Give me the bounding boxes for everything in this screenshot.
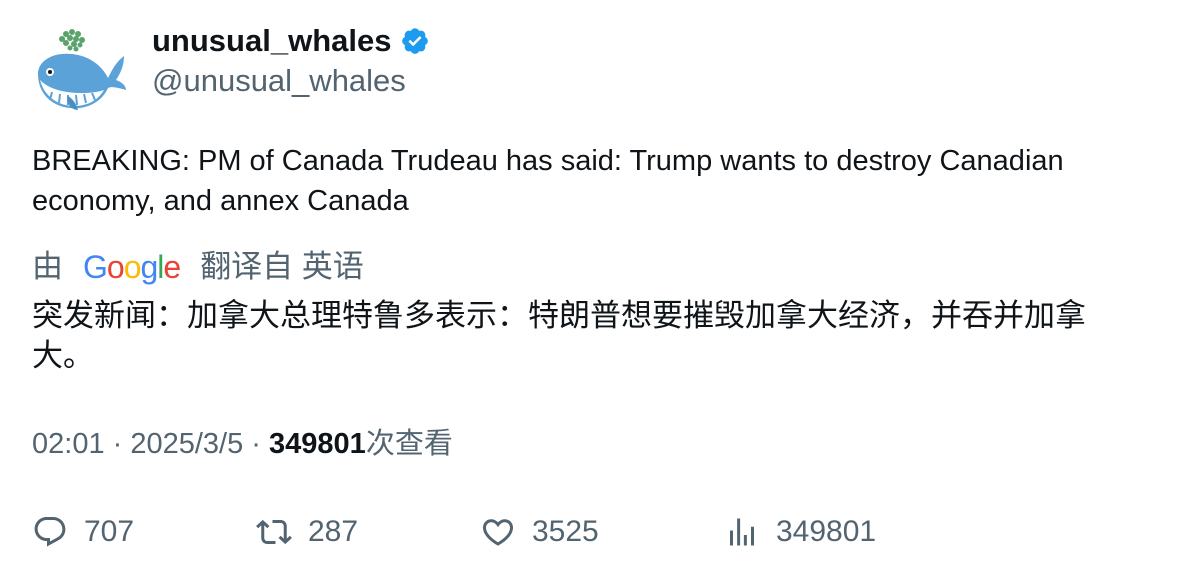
tweet-card: unusual_whales @unusual_whales BREAKING:… xyxy=(0,0,1196,578)
analytics-icon xyxy=(730,518,754,546)
like-button[interactable]: 3525 xyxy=(480,510,599,554)
translation-by-label: 由 xyxy=(32,249,63,284)
tweet-date[interactable]: 2025/3/5 xyxy=(130,428,243,460)
translation-from-label: 翻译自 英语 xyxy=(200,249,364,284)
translation-attribution[interactable]: 由 Google 翻译自 英语 xyxy=(32,246,364,288)
heart-icon xyxy=(482,519,514,546)
tweet-text: BREAKING: PM of Canada Trudeau has said:… xyxy=(32,145,1064,217)
whale-icon xyxy=(38,29,126,110)
like-count: 3525 xyxy=(532,515,599,548)
views-count: 349801 xyxy=(269,428,366,460)
retweet-icon xyxy=(256,519,292,545)
translated-text: 突发新闻：加拿大总理特鲁多表示：特朗普想要摧毁加拿大经济，并吞并加拿大。 xyxy=(32,298,1086,373)
action-bar: 707 287 3525 349801 xyxy=(0,510,1196,554)
retweet-count: 287 xyxy=(308,515,359,548)
author-handle[interactable]: @unusual_whales xyxy=(152,62,406,100)
views-button[interactable]: 349801 xyxy=(724,510,876,554)
display-name-text: unusual_whales xyxy=(152,23,392,58)
tweet-meta: 02:01 · 2025/3/5 · 349801次查看 xyxy=(32,424,453,464)
avatar[interactable] xyxy=(32,26,128,112)
retweet-button[interactable]: 287 xyxy=(256,510,358,554)
reply-button[interactable]: 707 xyxy=(32,510,134,554)
tweet-time[interactable]: 02:01 xyxy=(32,428,105,460)
reply-icon xyxy=(34,517,66,547)
views-label: 次查看 xyxy=(365,428,453,460)
views-action-count: 349801 xyxy=(776,515,877,548)
meta-separator: · xyxy=(104,428,131,460)
google-logo: Google xyxy=(83,249,181,285)
author-display-name[interactable]: unusual_whales xyxy=(152,22,430,60)
verified-badge-icon xyxy=(402,28,429,54)
reply-count: 707 xyxy=(84,515,135,548)
meta-separator: · xyxy=(243,428,270,460)
